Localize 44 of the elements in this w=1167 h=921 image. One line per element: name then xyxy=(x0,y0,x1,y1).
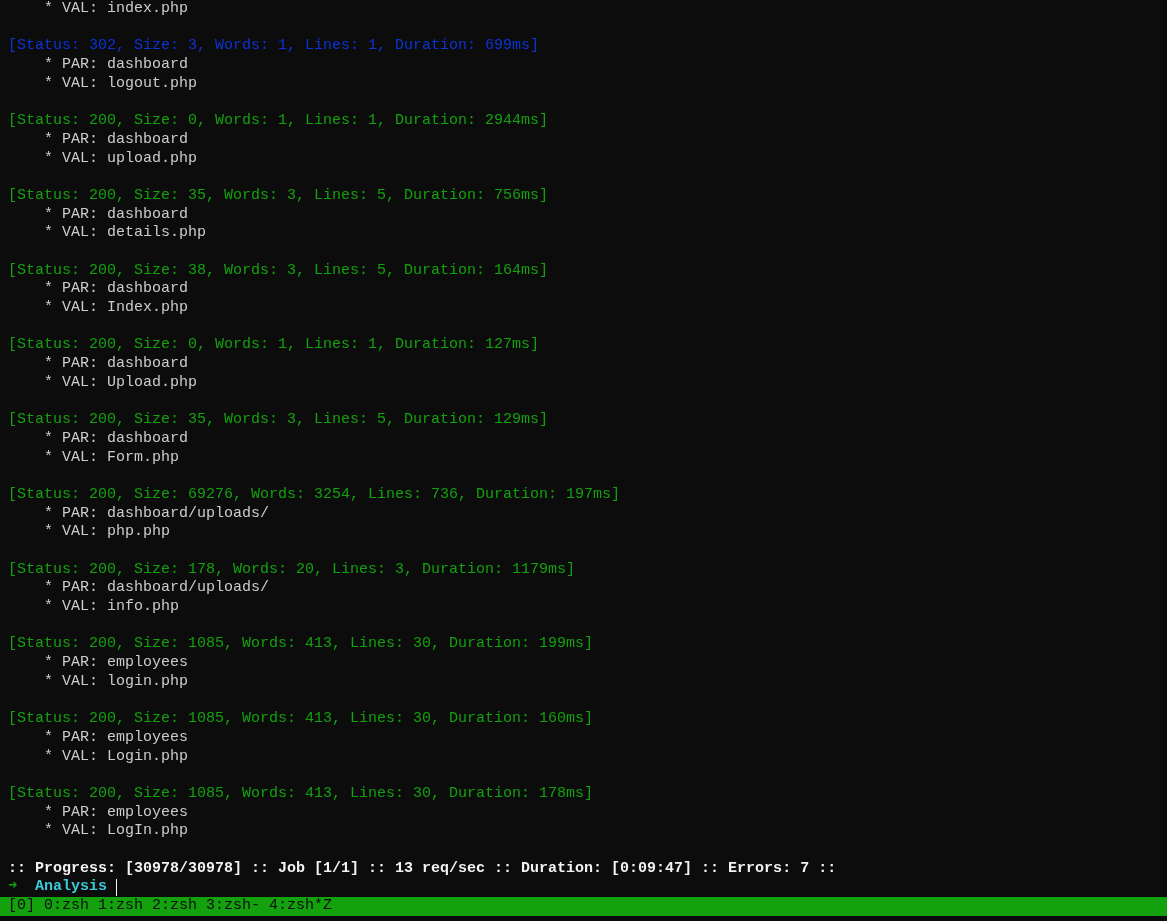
status-line: [Status: 200, Size: 178, Words: 20, Lines: 3, Duration: 1179ms] xyxy=(8,560,576,580)
output-line: * VAL: logout.php xyxy=(44,74,198,94)
output-line: * PAR: employees xyxy=(44,803,189,823)
status-line: [Status: 200, Size: 1085, Words: 413, Lines: 30, Duration: 199ms] xyxy=(8,635,594,655)
status-line: [Status: 200, Size: 69276, Words: 3254, Lines: 736, Duration: 197ms] xyxy=(8,485,621,505)
status-line: [Status: 200, Size: 35, Words: 3, Lines: 5, Duration: 756ms] xyxy=(8,186,549,206)
output-line: * PAR: dashboard xyxy=(44,355,189,374)
progress-line: :: Progress: [30978/30978] :: Job [1/1] :: 13 req/sec :: Duration: [0:09:47] :: Errors: 7 :: xyxy=(8,859,837,879)
status-line: [Status: 200, Size: 0, Words: 1, Lines: 1, Duration: 127ms] xyxy=(8,336,540,356)
status-line: [Status: 200, Size: 38, Words: 3, Lines: 5, Duration: 164ms] xyxy=(8,261,549,281)
text-cursor xyxy=(116,879,118,897)
prompt-arrow: ➜ xyxy=(8,878,18,897)
output-line: * PAR: employees xyxy=(44,728,189,748)
output-line: * PAR: dashboard/uploads/ xyxy=(44,504,270,524)
status-line: [Status: 200, Size: 1085, Words: 413, Lines: 30, Duration: 178ms] xyxy=(8,784,594,804)
window-tab[interactable]: 1:zsh xyxy=(98,897,144,916)
status-line: [Status: 200, Size: 1085, Words: 413, Lines: 30, Duration: 160ms] xyxy=(8,710,594,729)
output-line: * VAL: Upload.php xyxy=(44,373,198,393)
output-line: * VAL: index.php xyxy=(44,0,189,19)
window-tab[interactable]: 2:zsh xyxy=(152,897,198,916)
status-line: [Status: 200, Size: 35, Words: 3, Lines: 5, Duration: 129ms] xyxy=(8,411,549,430)
output-line: * VAL: Login.php xyxy=(44,747,189,767)
output-line: * PAR: dashboard xyxy=(44,56,189,75)
output-line: * VAL: login.php xyxy=(44,672,189,692)
output-line: * PAR: dashboard xyxy=(44,205,189,225)
output-line: * VAL: Index.php xyxy=(44,299,189,318)
window-tab[interactable]: 4:zsh*Z xyxy=(269,897,333,916)
prompt-directory: Analysis xyxy=(35,878,108,897)
output-line: * VAL: upload.php xyxy=(44,149,198,169)
output-line: * PAR: dashboard xyxy=(44,429,189,449)
window-tab[interactable]: 3:zsh- xyxy=(206,897,261,916)
status-line: [Status: 200, Size: 0, Words: 1, Lines: 1, Duration: 2944ms] xyxy=(8,112,549,131)
output-line: * VAL: php.php xyxy=(44,523,171,542)
output-line: * PAR: dashboard xyxy=(44,130,189,150)
output-line: * VAL: LogIn.php xyxy=(44,822,189,841)
output-line: * VAL: info.php xyxy=(44,598,180,617)
output-line: * VAL: Form.php xyxy=(44,448,180,468)
status-line: [Status: 302, Size: 3, Words: 1, Lines: 1, Duration: 699ms] xyxy=(8,37,540,57)
output-line: * PAR: employees xyxy=(44,654,189,673)
window-tab[interactable]: 0:zsh xyxy=(44,897,90,916)
session-label: [0] xyxy=(8,897,35,916)
output-line: * PAR: dashboard/uploads/ xyxy=(44,579,270,598)
output-line: * VAL: details.php xyxy=(44,224,207,243)
output-line: * PAR: dashboard xyxy=(44,280,189,299)
